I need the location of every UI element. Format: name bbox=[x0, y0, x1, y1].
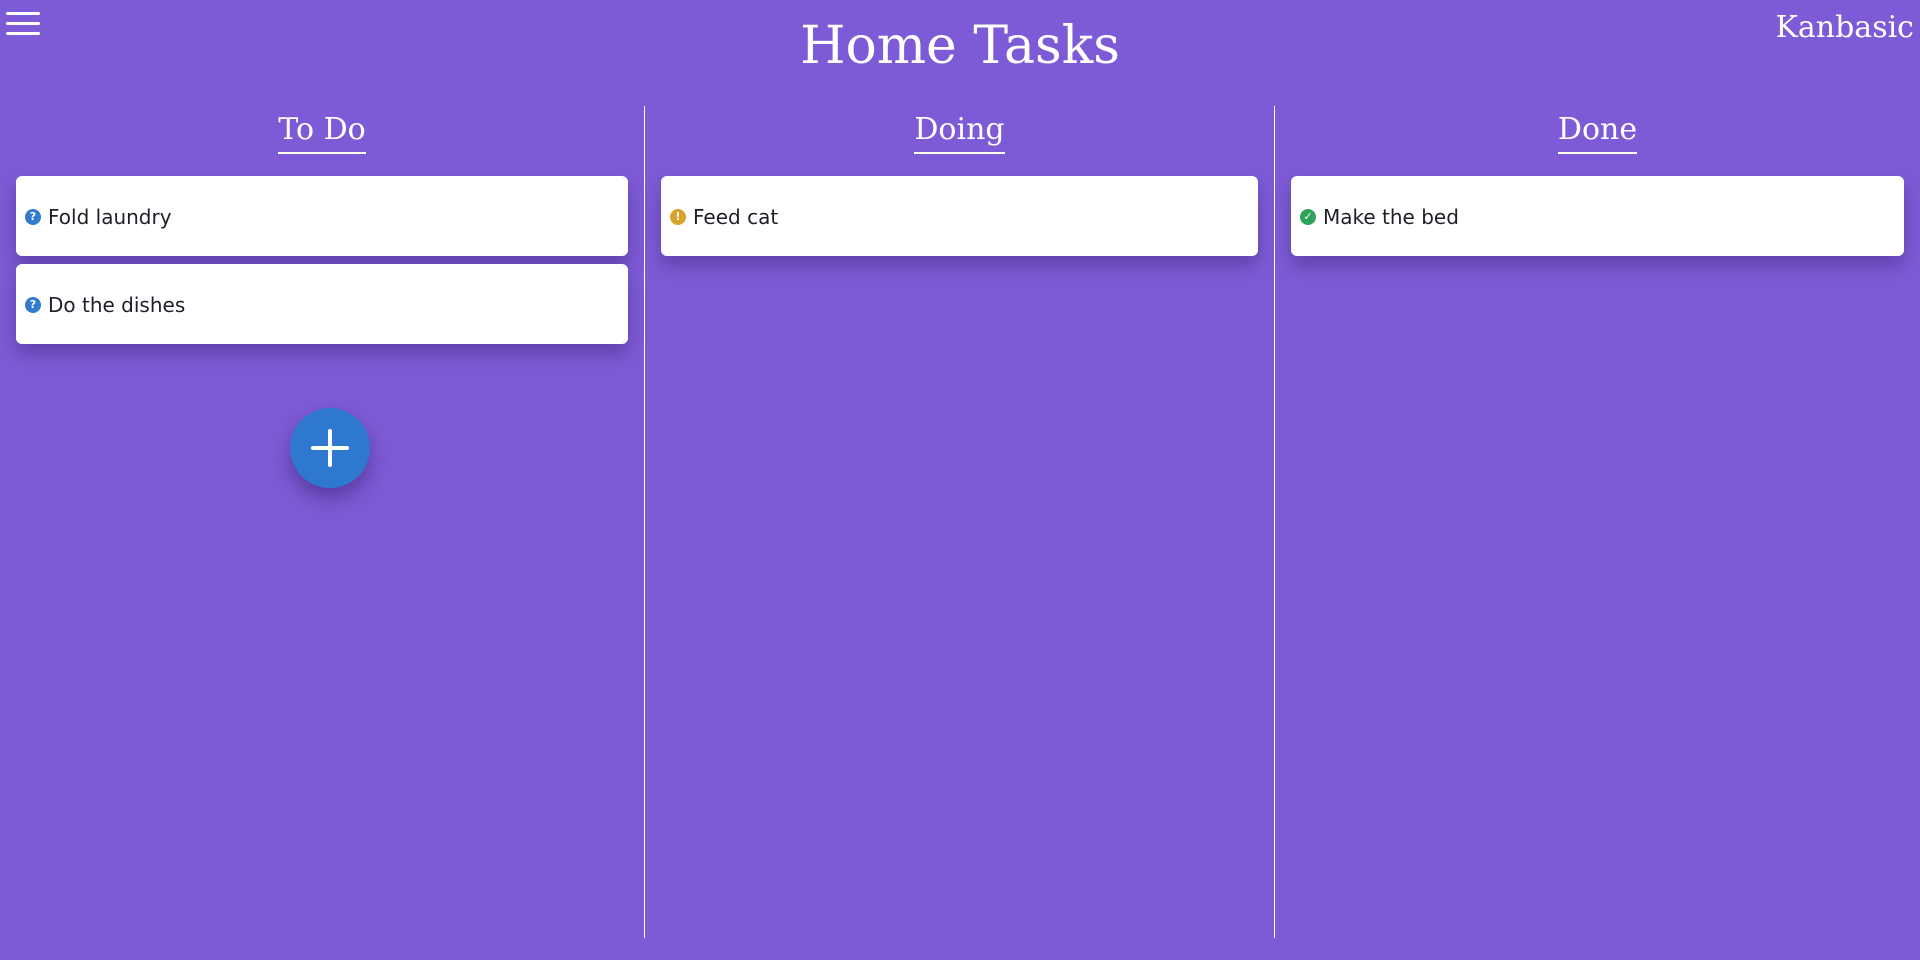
doing-column-header: Doing bbox=[645, 106, 1274, 154]
task-card-text: Fold laundry bbox=[48, 205, 172, 229]
task-card-make-the-bed[interactable]: ✓ Make the bed bbox=[1291, 176, 1904, 256]
done-column: Done ✓ Make the bed bbox=[1274, 106, 1920, 938]
task-card-text: Feed cat bbox=[693, 205, 779, 229]
question-circle-icon: ? bbox=[25, 297, 41, 313]
plus-icon bbox=[290, 408, 370, 488]
done-card-list: ✓ Make the bed bbox=[1291, 176, 1904, 264]
add-task-button[interactable] bbox=[290, 408, 370, 488]
todo-column-title: To Do bbox=[278, 110, 366, 154]
app-brand: Kanbasic bbox=[1775, 10, 1914, 45]
doing-card-list: ! Feed cat bbox=[661, 176, 1258, 264]
task-card-fold-laundry[interactable]: ? Fold laundry bbox=[16, 176, 628, 256]
task-card-text: Do the dishes bbox=[48, 293, 186, 317]
check-circle-icon: ✓ bbox=[1300, 209, 1316, 225]
exclamation-circle-icon: ! bbox=[670, 209, 686, 225]
task-card-text: Make the bed bbox=[1323, 205, 1459, 229]
todo-card-list: ? Fold laundry ? Do the dishes bbox=[16, 176, 628, 352]
doing-column: Doing ! Feed cat bbox=[644, 106, 1274, 938]
done-column-header: Done bbox=[1275, 106, 1920, 154]
done-column-title: Done bbox=[1557, 110, 1638, 154]
todo-column: To Do ? Fold laundry ? Do the dishes bbox=[0, 106, 644, 938]
todo-column-header: To Do bbox=[0, 106, 644, 154]
question-circle-icon: ? bbox=[25, 209, 41, 225]
board-columns: To Do ? Fold laundry ? Do the dishes Doi… bbox=[0, 106, 1920, 938]
board-title: Home Tasks bbox=[800, 16, 1120, 76]
kanban-board: Home Tasks Kanbasic To Do ? Fold laundry… bbox=[0, 0, 1920, 960]
task-card-do-the-dishes[interactable]: ? Do the dishes bbox=[16, 264, 628, 344]
doing-column-title: Doing bbox=[914, 110, 1005, 154]
task-card-feed-cat[interactable]: ! Feed cat bbox=[661, 176, 1258, 256]
